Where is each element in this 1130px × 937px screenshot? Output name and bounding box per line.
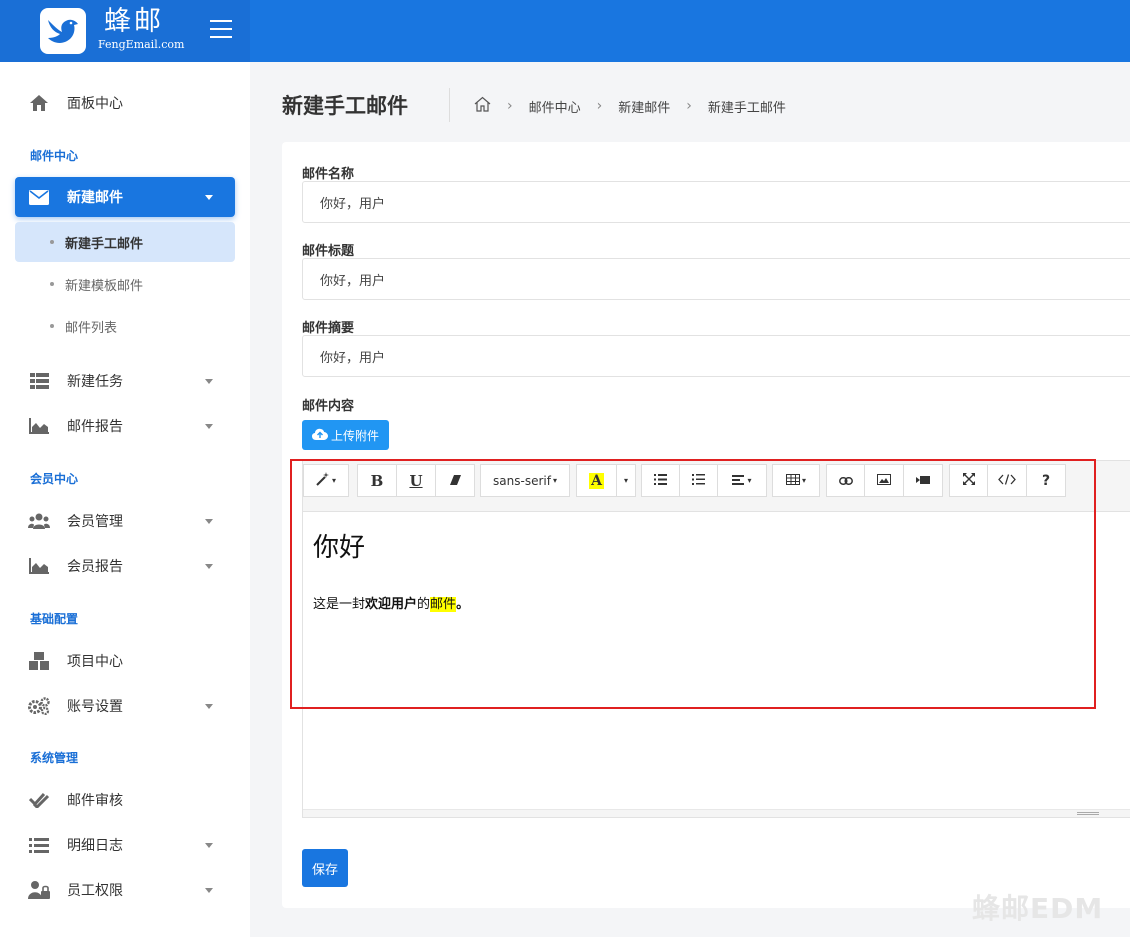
chevron-down-icon xyxy=(205,519,213,524)
boxes-icon xyxy=(28,651,50,671)
chevron-down-icon xyxy=(205,704,213,709)
sidebar-item-mail-report[interactable]: 邮件报告 xyxy=(15,406,235,446)
mail-summary-input[interactable]: 你好，用户 xyxy=(302,335,1130,377)
area-chart-icon xyxy=(28,416,50,436)
breadcrumb: › 邮件中心 › 新建邮件 › 新建手工邮件 xyxy=(474,96,786,116)
chevron-down-icon xyxy=(205,195,213,200)
section-config: 基础配置 xyxy=(30,612,79,626)
breadcrumb-item: 新建手工邮件 xyxy=(707,100,786,116)
sidebar-item-staff-perm[interactable]: 员工权限 xyxy=(15,870,235,910)
save-button[interactable]: 保存 xyxy=(302,849,348,887)
chevron-right-icon: › xyxy=(686,98,692,114)
sidebar-item-member-report[interactable]: 会员报告 xyxy=(15,546,235,586)
section-mail: 邮件中心 xyxy=(30,149,79,163)
chevron-down-icon xyxy=(205,379,213,384)
mail-content-label: 邮件内容 xyxy=(302,399,355,414)
mail-name-label: 邮件名称 xyxy=(302,167,355,182)
sidebar-subitem-mail-list[interactable]: 邮件列表 xyxy=(15,306,235,346)
title-divider xyxy=(449,88,450,122)
sidebar-item-project-center[interactable]: 项目中心 xyxy=(15,641,235,681)
section-system: 系统管理 xyxy=(30,751,79,765)
breadcrumb-item[interactable]: 邮件中心 xyxy=(529,97,581,116)
sidebar-item-mail-review[interactable]: 邮件审核 xyxy=(15,780,235,820)
editor-resize-bar[interactable] xyxy=(303,809,1130,817)
brand: 蜂邮 FengEmail.com xyxy=(0,0,250,62)
sidebar-subitem-template-mail[interactable]: 新建模板邮件 xyxy=(15,264,235,304)
gears-icon xyxy=(28,696,50,716)
section-member: 会员中心 xyxy=(30,472,79,486)
chevron-down-icon xyxy=(205,564,213,569)
sidebar-item-new-task[interactable]: 新建任务 xyxy=(15,361,235,401)
mail-subject-input[interactable]: 你好，用户 xyxy=(302,258,1130,300)
sidebar-item-account-settings[interactable]: 账号设置 xyxy=(15,686,235,726)
sidebar-subitem-manual-mail[interactable]: 新建手工邮件 xyxy=(15,222,235,262)
sidebar-item-dashboard[interactable]: 面板中心 xyxy=(15,83,235,123)
chevron-down-icon xyxy=(205,888,213,893)
mail-summary-label: 邮件摘要 xyxy=(302,321,355,336)
menu-toggle-icon[interactable] xyxy=(210,20,232,38)
watermark: 蜂邮EDM xyxy=(972,892,1104,925)
users-icon xyxy=(28,511,50,531)
mail-subject-label: 邮件标题 xyxy=(302,244,355,259)
breadcrumb-item[interactable]: 新建邮件 xyxy=(618,97,670,116)
chevron-right-icon: › xyxy=(596,98,603,114)
double-check-icon xyxy=(28,790,50,810)
bird-logo-icon xyxy=(40,8,86,54)
page-title: 新建手工邮件 xyxy=(282,94,408,118)
chevron-down-icon xyxy=(205,424,213,429)
annotation-highlight-box xyxy=(290,459,1096,709)
mail-name-input[interactable]: 你好，用户 xyxy=(302,181,1130,223)
cloud-upload-icon xyxy=(311,428,328,443)
area-chart-icon xyxy=(28,556,50,576)
list-icon xyxy=(28,835,50,855)
chevron-right-icon: › xyxy=(507,98,513,114)
sidebar-item-detail-log[interactable]: 明细日志 xyxy=(15,825,235,865)
sidebar-item-new-mail[interactable]: 新建邮件 xyxy=(15,177,235,217)
brand-name: 蜂邮 xyxy=(104,6,164,37)
sidebar-item-member-mgmt[interactable]: 会员管理 xyxy=(15,501,235,541)
home-icon xyxy=(28,93,50,113)
upload-attachment-button[interactable]: 上传附件 xyxy=(302,420,389,450)
resize-grip-icon xyxy=(1077,812,1099,813)
envelope-icon xyxy=(28,187,50,207)
user-lock-icon xyxy=(28,880,50,900)
home-icon[interactable] xyxy=(474,96,491,116)
brand-subtitle: FengEmail.com xyxy=(98,38,185,51)
chevron-down-icon xyxy=(205,843,213,848)
table-icon xyxy=(28,371,50,391)
